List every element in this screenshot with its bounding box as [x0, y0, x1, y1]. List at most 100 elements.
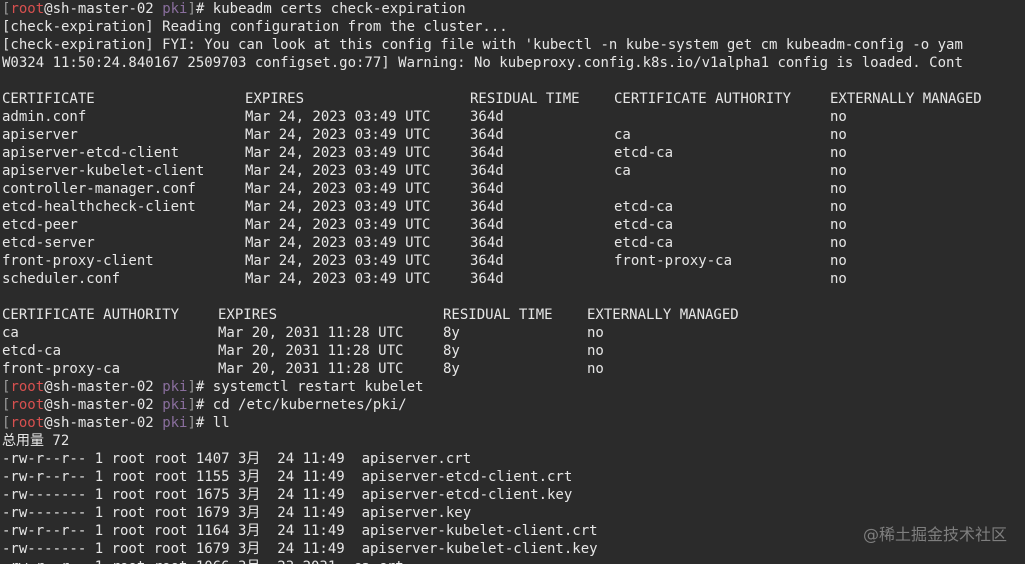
cell: no	[830, 199, 847, 215]
table-row: front-proxy-client Mar 24, 2023 03:49 UTC…	[0, 252, 1025, 270]
table-row: front-proxy-ca Mar 20, 2031 11:28 UTC 8y no	[0, 360, 1025, 378]
cell: Mar 24, 2023 03:49 UTC	[245, 127, 431, 143]
cell: no	[587, 343, 604, 359]
listing-total: 总用量 72	[2, 433, 70, 449]
file-listing: -rw-r--r-- 1 root root 1407 3月 24 11:49 …	[0, 450, 1025, 564]
table-row: scheduler.conf Mar 24, 2023 03:49 UTC 364d…	[0, 270, 1025, 288]
cell: ca	[2, 325, 19, 341]
prompt-user: root	[10, 379, 45, 395]
prompt-dir: pki	[162, 397, 188, 413]
cell: 364d	[470, 181, 504, 197]
list-item: -rw-r--r-- 1 root root 1066 3月 23 2031 c…	[0, 558, 1025, 564]
cell: etcd-ca	[614, 199, 674, 215]
certificate-authorities-table: CERTIFICATE AUTHORITY EXPIRES RESIDUAL TIM…	[0, 306, 1025, 378]
cell: no	[587, 361, 604, 377]
cell: admin.conf	[2, 109, 87, 125]
list-item: -rw-r--r-- 1 root root 1155 3月 24 11:49 …	[2, 469, 573, 485]
cell: EXTERNALLY MANAGED	[587, 307, 739, 323]
cell: 364d	[470, 217, 504, 233]
cell: etcd-server	[2, 235, 95, 251]
cell: Mar 24, 2023 03:49 UTC	[245, 235, 431, 251]
cell: 364d	[470, 127, 504, 143]
command-text: kubeadm certs check-expiration	[212, 1, 466, 17]
output-line: [check-expiration] Reading configuration…	[2, 19, 508, 35]
cell: 364d	[470, 109, 504, 125]
cell: Mar 24, 2023 03:49 UTC	[245, 109, 431, 125]
cell: Mar 24, 2023 03:49 UTC	[245, 163, 431, 179]
cell: no	[830, 235, 847, 251]
cell: 364d	[470, 199, 504, 215]
cell: etcd-peer	[2, 217, 78, 233]
prompt-line: [root@sh-master-02 pki]# cd /etc/kuberne…	[2, 397, 407, 413]
cell: EXTERNALLY MANAGED	[830, 91, 982, 107]
cell: scheduler.conf	[2, 271, 121, 287]
certificates-table: CERTIFICATE EXPIRES RESIDUAL TIME CERTIFICA…	[0, 90, 1025, 288]
cell: 364d	[470, 163, 504, 179]
prompt-dir: pki	[162, 379, 188, 395]
cell: Mar 24, 2023 03:49 UTC	[245, 145, 431, 161]
cell: Mar 20, 2031 11:28 UTC	[218, 361, 404, 377]
cell: no	[830, 127, 847, 143]
cell: no	[830, 145, 847, 161]
cell: Mar 20, 2031 11:28 UTC	[218, 325, 404, 341]
cell: etcd-ca	[614, 235, 674, 251]
cell: 8y	[443, 325, 460, 341]
cell: ca	[614, 127, 631, 143]
cell: Mar 24, 2023 03:49 UTC	[245, 271, 431, 287]
cell: etcd-ca	[614, 217, 674, 233]
cell: no	[830, 163, 847, 179]
prompt-host: sh-master-02	[52, 397, 154, 413]
cell: CERTIFICATE	[2, 91, 95, 107]
table-row: apiserver-kubelet-client Mar 24, 2023 03:…	[0, 162, 1025, 180]
prompt-user: root	[10, 415, 45, 431]
prompt-user: root	[10, 397, 45, 413]
prompt-line: [root@sh-master-02 pki]# systemctl resta…	[2, 379, 424, 395]
cell: ca	[614, 163, 631, 179]
table-row: admin.conf Mar 24, 2023 03:49 UTC 364d no	[0, 108, 1025, 126]
list-item: -rw------- 1 root root 1679 3月 24 11:49 …	[2, 505, 472, 521]
cell: CERTIFICATE AUTHORITY	[2, 307, 180, 323]
prompt-line: [root@sh-master-02 pki]# kubeadm certs c…	[2, 1, 466, 17]
cell: CERTIFICATE AUTHORITY	[614, 91, 792, 107]
cell: Mar 24, 2023 03:49 UTC	[245, 181, 431, 197]
table-row: etcd-server Mar 24, 2023 03:49 UTC 364d etc…	[0, 234, 1025, 252]
cell: EXPIRES	[218, 307, 278, 323]
cell: front-proxy-ca	[614, 253, 733, 269]
cell: etcd-ca	[2, 343, 62, 359]
cell: no	[587, 325, 604, 341]
cell: controller-manager.conf	[2, 181, 196, 197]
list-item: -rw-r--r-- 1 root root 1407 3月 24 11:49 …	[2, 451, 472, 467]
cell: RESIDUAL TIME	[470, 91, 580, 107]
cell: etcd-ca	[614, 145, 674, 161]
cell: EXPIRES	[245, 91, 305, 107]
cell: 364d	[470, 145, 504, 161]
cell: 8y	[443, 343, 460, 359]
prompt-host: sh-master-02	[52, 415, 154, 431]
prompt-dir: pki	[162, 1, 188, 17]
prompt-host: sh-master-02	[52, 1, 154, 17]
watermark-logo: @稀土掘金技术社区	[862, 525, 1007, 544]
table-header: CERTIFICATE EXPIRES RESIDUAL TIME CERTIFICA…	[0, 90, 1025, 108]
prompt-line: [root@sh-master-02 pki]# ll	[2, 415, 230, 431]
prompt-host: sh-master-02	[52, 379, 154, 395]
output-line: [check-expiration] FYI: You can look at …	[2, 37, 963, 53]
cell: Mar 24, 2023 03:49 UTC	[245, 217, 431, 233]
list-item: -rw------- 1 root root 1675 3月 24 11:49 …	[2, 487, 573, 503]
table-header: CERTIFICATE AUTHORITY EXPIRES RESIDUAL TIM…	[0, 306, 1025, 324]
terminal-window[interactable]: [root@sh-master-02 pki]# kubeadm certs c…	[0, 0, 1025, 564]
cell: 364d	[470, 235, 504, 251]
table-row: etcd-peer Mar 24, 2023 03:49 UTC 364d etcd-…	[0, 216, 1025, 234]
cell: no	[830, 253, 847, 269]
command-text: cd /etc/kubernetes/pki/	[212, 397, 407, 413]
cell: front-proxy-client	[2, 253, 154, 269]
prompt-dir: pki	[162, 415, 188, 431]
output-line: W0324 11:50:24.840167 2509703 configset.…	[2, 55, 963, 71]
cell: etcd-healthcheck-client	[2, 199, 196, 215]
prompt-user: root	[10, 1, 45, 17]
cell: front-proxy-ca	[2, 361, 121, 377]
cell: no	[830, 109, 847, 125]
cell: 364d	[470, 271, 504, 287]
cell: Mar 24, 2023 03:49 UTC	[245, 253, 431, 269]
